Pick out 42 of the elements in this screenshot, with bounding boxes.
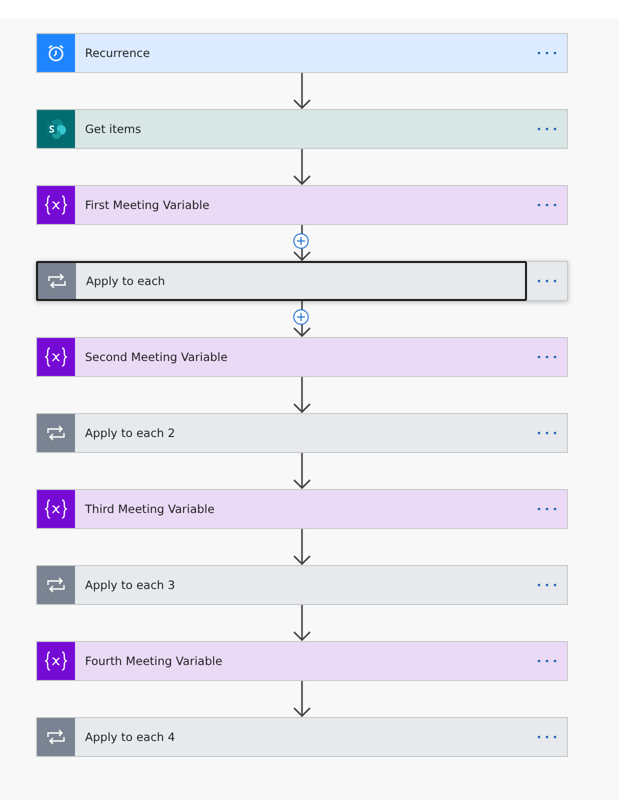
step-card[interactable]: Apply to each <box>36 261 568 301</box>
more-icon <box>537 431 557 435</box>
step-card[interactable]: First Meeting Variable <box>36 185 568 225</box>
loop-icon <box>38 263 76 299</box>
step-title: Recurrence <box>85 46 150 60</box>
sharepoint-icon <box>37 110 75 148</box>
alarm-clock-icon <box>37 34 75 72</box>
more-icon <box>537 51 557 55</box>
more-icon <box>537 127 557 131</box>
more-icon <box>537 735 557 739</box>
step-title: Apply to each 3 <box>85 578 176 592</box>
step-title: Apply to each 4 <box>85 730 176 744</box>
step-title: Get items <box>85 122 142 136</box>
step-card[interactable]: Apply to each 4 <box>36 717 568 757</box>
variable-icon <box>37 490 75 528</box>
loop-icon <box>37 566 75 604</box>
step-title: Apply to each 2 <box>85 426 176 440</box>
loop-icon <box>37 718 75 756</box>
more-icon <box>537 355 557 359</box>
add-step-button[interactable] <box>293 233 311 251</box>
variable-icon <box>37 642 75 680</box>
loop-icon <box>37 414 75 452</box>
variable-icon <box>37 186 75 224</box>
step-card[interactable]: Get items <box>36 109 568 149</box>
step-card[interactable]: Recurrence <box>36 33 568 73</box>
step-card[interactable]: Apply to each 2 <box>36 413 568 453</box>
step-title: Third Meeting Variable <box>85 502 215 516</box>
variable-icon <box>37 338 75 376</box>
more-icon <box>537 279 557 283</box>
step-title: First Meeting Variable <box>85 198 210 212</box>
more-icon <box>537 203 557 207</box>
step-card[interactable]: Second Meeting Variable <box>36 337 568 377</box>
step-card[interactable]: Fourth Meeting Variable <box>36 641 568 681</box>
more-icon <box>537 583 557 587</box>
add-step-button[interactable] <box>293 309 311 327</box>
step-card[interactable]: Third Meeting Variable <box>36 489 568 529</box>
step-title: Second Meeting Variable <box>85 350 228 364</box>
step-title: Apply to each <box>86 274 166 288</box>
more-icon <box>537 659 557 663</box>
more-icon <box>537 507 557 511</box>
step-card[interactable]: Apply to each 3 <box>36 565 568 605</box>
step-title: Fourth Meeting Variable <box>85 654 222 668</box>
